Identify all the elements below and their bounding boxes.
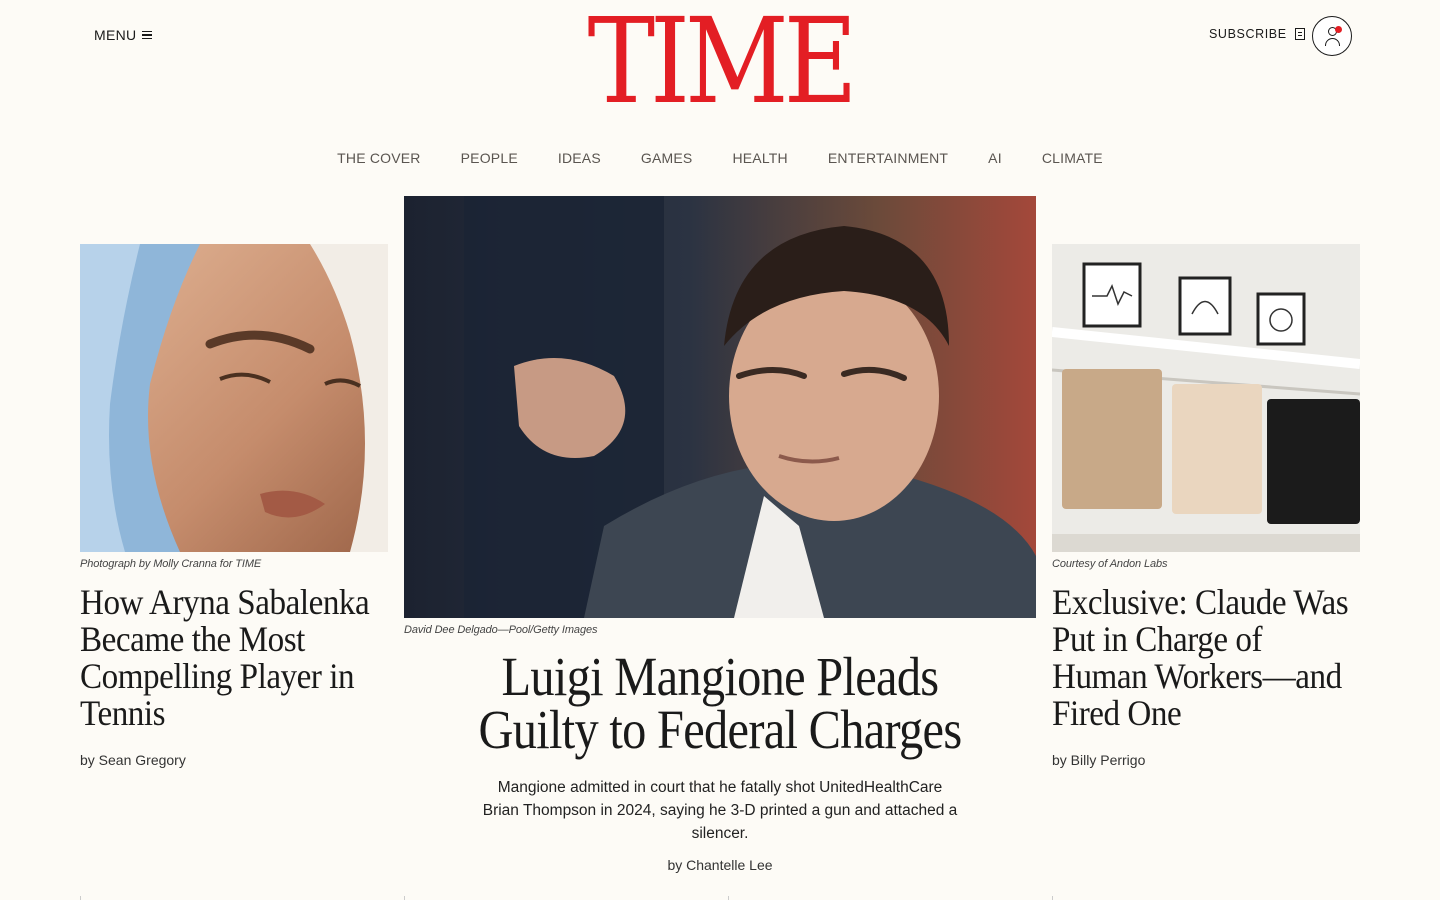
magazine-icon — [1294, 28, 1305, 40]
menu-button[interactable]: MENU — [94, 27, 153, 43]
story-headline[interactable]: Exclusive: Claude Was Put in Charge of H… — [1052, 584, 1365, 732]
hamburger-icon — [142, 29, 153, 42]
nav-item-games[interactable]: GAMES — [641, 150, 693, 166]
story-left: Photograph by Molly Cranna for TIME How … — [80, 244, 388, 768]
column-dividers — [0, 896, 1440, 900]
nav-item-health[interactable]: HEALTH — [732, 150, 787, 166]
photo-credit: Courtesy of Andon Labs — [1052, 558, 1168, 570]
user-icon-body — [1325, 38, 1340, 46]
account-button[interactable] — [1312, 16, 1352, 56]
subscribe-label: SUBSCRIBE — [1209, 27, 1287, 41]
shop-rack-image — [1052, 244, 1360, 552]
nav-item-ideas[interactable]: IDEAS — [558, 150, 601, 166]
story-main: David Dee Delgado—Pool/Getty Images Luig… — [404, 196, 1036, 873]
divider — [404, 896, 405, 900]
story-dek: Mangione admitted in court that he fatal… — [482, 779, 958, 842]
story-right-photo[interactable] — [1052, 244, 1360, 552]
photo-credit: Photograph by Molly Cranna for TIME — [80, 558, 262, 570]
nav-item-climate[interactable]: CLIMATE — [1042, 150, 1103, 166]
nav-item-entertainment[interactable]: ENTERTAINMENT — [828, 150, 948, 166]
divider — [80, 896, 81, 900]
courtroom-image — [404, 196, 1036, 618]
story-byline[interactable]: by Sean Gregory — [80, 752, 388, 768]
story-headline[interactable]: How Aryna Sabalenka Became the Most Comp… — [80, 584, 393, 732]
nav-item-people[interactable]: PEOPLE — [461, 150, 518, 166]
story-byline[interactable]: by Chantelle Lee — [404, 857, 1036, 873]
subscribe-link[interactable]: SUBSCRIBE — [1209, 27, 1305, 41]
divider — [1052, 896, 1053, 900]
nav-item-the-cover[interactable]: THE COVER — [337, 150, 420, 166]
site-header: MENU TIME SUBSCRIBE — [8, 0, 1432, 124]
photo-credit: David Dee Delgado—Pool/Getty Images — [404, 624, 598, 636]
story-main-photo[interactable] — [404, 196, 1036, 618]
story-byline[interactable]: by Billy Perrigo — [1052, 752, 1360, 768]
time-logo[interactable]: TIME — [586, 2, 857, 120]
section-nav: THE COVER PEOPLE IDEAS GAMES HEALTH ENTE… — [0, 150, 1440, 166]
menu-label: MENU — [94, 27, 137, 43]
divider — [728, 896, 729, 900]
nav-item-ai[interactable]: AI — [988, 150, 1002, 166]
story-left-photo[interactable] — [80, 244, 388, 552]
notification-dot — [1335, 26, 1342, 33]
portrait-image — [80, 244, 388, 552]
story-right: Courtesy of Andon Labs Exclusive: Claude… — [1052, 244, 1360, 768]
main-headline[interactable]: Luigi Mangione Pleads Guilty to Federal … — [442, 649, 998, 757]
